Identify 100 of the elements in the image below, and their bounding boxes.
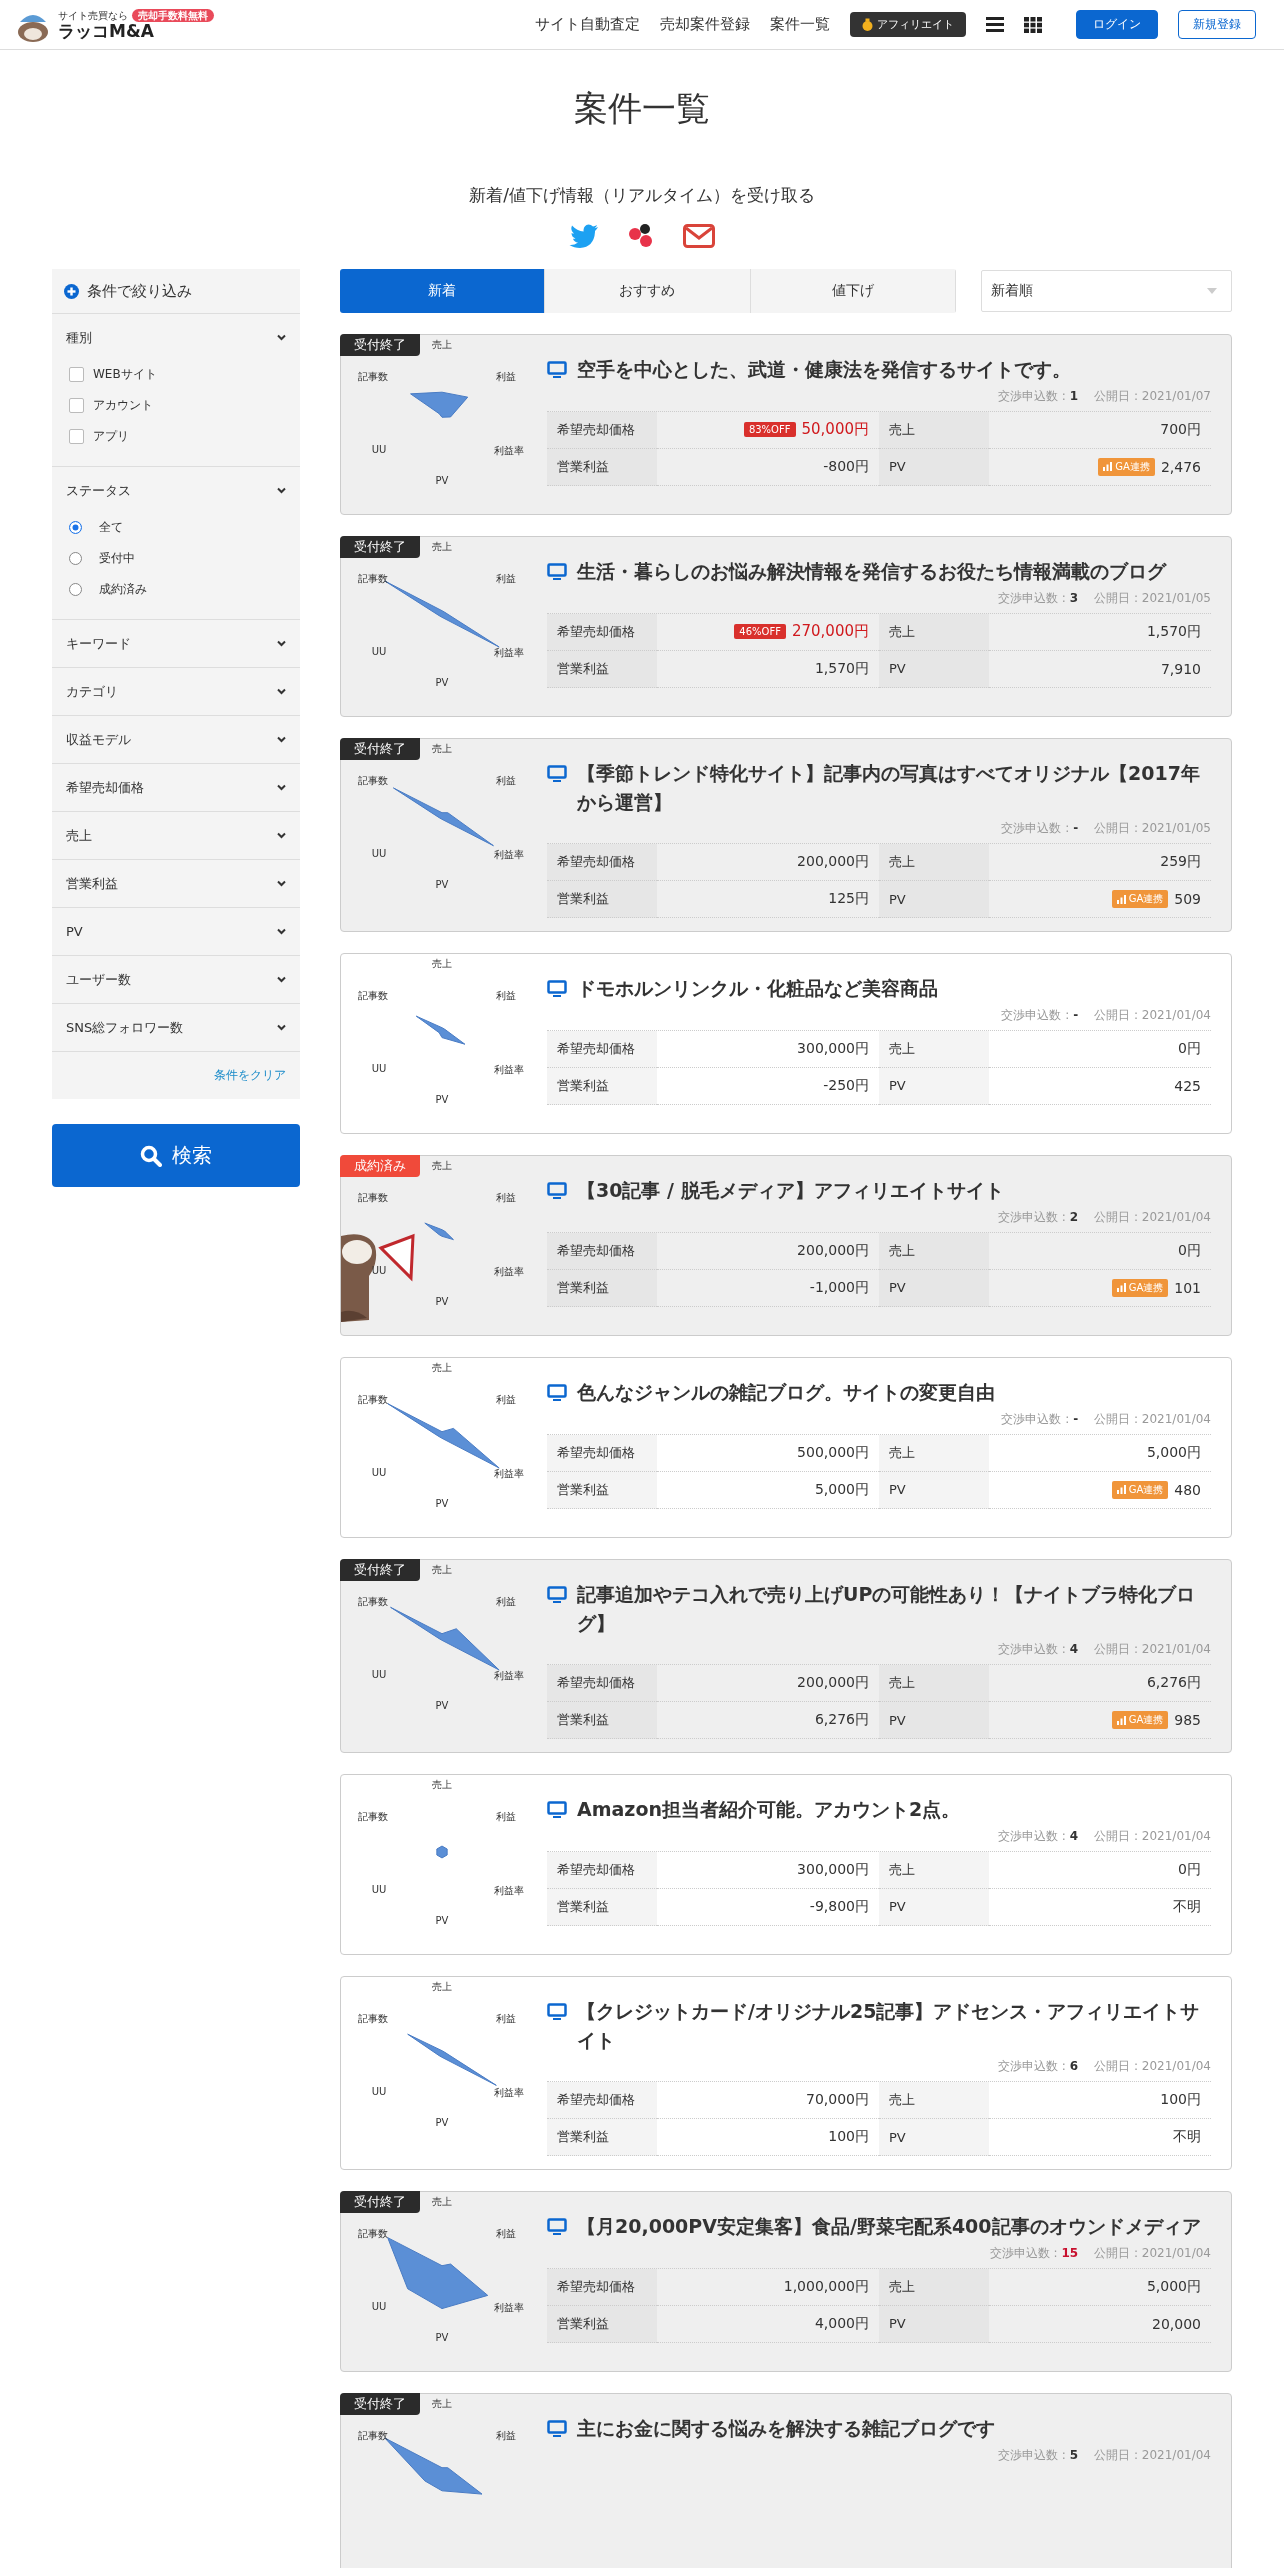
listing-title[interactable]: ドモホルンリンクル・化粧品など美容商品 <box>577 974 938 1003</box>
listing-title[interactable]: 【月20,000PV安定集客】食品/野菜宅配系400記事のオウンドメディア <box>577 2212 1201 2241</box>
listing-title[interactable]: 主にお金に関する悩みを解決する雑記ブログです <box>577 2414 995 2443</box>
metric-value: 500,000円 <box>797 1443 869 1462</box>
listing-title[interactable]: 【30記事 / 脱毛メディア】アフィリエイトサイト <box>577 1176 1004 1205</box>
filter-section-header[interactable]: カテゴリ <box>52 668 300 715</box>
listing-card[interactable]: 売上 記事数 利益 UU 利益率 PV 色んなジャンルの雑記ブログ。サイトの変更自由 交渉申込数 : - 公開日 : 2021/01/04 希望売却価格 500,000円 売上 5,000円 営業利益 5,000円 PV GA連携 480 <box>340 1357 1232 1538</box>
nav-link[interactable]: 案件一覧 <box>770 15 830 34</box>
filter-section-header[interactable]: ステータス <box>52 467 300 514</box>
monitor-icon <box>547 1384 567 1402</box>
metric-value: 70,000円 <box>806 2091 869 2109</box>
metric-label: 希望売却価格 <box>547 1030 657 1068</box>
chevron-down-icon <box>277 688 286 695</box>
free-fee-badge: 売却手数料無料 <box>132 8 214 22</box>
listing-title[interactable]: Amazon担当者紹介可能。アカウント2点。 <box>577 1795 961 1824</box>
checkbox[interactable] <box>69 367 84 382</box>
listing-card[interactable]: 受付終了 売上 記事数 利益 UU 利益率 PV 【月20,000PV安定集客】食品/野菜宅配系400記事のオウンドメディア 交渉申込数 : 15 公開日 : 2021/01/04 希望売却価格 1,000,000円 売上 5,000円 営業利益 4,000円 PV 20,000 <box>340 2191 1232 2372</box>
filter-section-header[interactable]: 売上 <box>52 812 300 859</box>
metric-label: 売上 <box>879 1232 989 1270</box>
listing-card[interactable]: 受付終了 売上 記事数 利益 UU 利益率 PV 【季節トレンド特化サイト】記事内の写真はすべてオリジナル【2017年から運営】 交渉申込数 : - 公開日 : 2021/01/05 希望売却価格 200,000円 売上 259円 営業利益 125円 PV GA連携 509 <box>340 738 1232 932</box>
filter-section-header[interactable]: キーワード <box>52 620 300 667</box>
listing-card[interactable]: 受付終了 売上 記事数 利益 主にお金に関する悩みを解決する雑記ブログです 交渉申込数 : 5 公開日 : 2021/01/04 <box>340 2393 1232 2568</box>
metric-value: 985 <box>1174 1712 1201 1728</box>
offer-count: 3 <box>1069 590 1079 605</box>
listing-card[interactable]: 売上 記事数 利益 UU 利益率 PV ドモホルンリンクル・化粧品など美容商品 交渉申込数 : - 公開日 : 2021/01/04 希望売却価格 300,000円 売上 0円 営業利益 -250円 PV 425 <box>340 953 1232 1134</box>
metric-label: 売上 <box>879 1434 989 1472</box>
publish-date: 公開日 : 2021/01/04 <box>1094 1827 1211 1845</box>
axis-label: 売上 <box>432 540 452 554</box>
metric-label: 売上 <box>879 844 989 881</box>
sort-select[interactable]: 新着順 <box>981 270 1232 312</box>
metric-label: 希望売却価格 <box>547 411 657 449</box>
register-button[interactable]: 新規登録 <box>1178 10 1256 39</box>
clear-link[interactable]: 条件をクリア <box>214 1067 286 1084</box>
ga-tag: GA連携 <box>1111 1480 1169 1499</box>
publish-date: 公開日 : 2021/01/05 <box>1094 820 1211 837</box>
metric-label: 希望売却価格 <box>547 2268 657 2306</box>
offer-count: 15 <box>1061 2245 1079 2260</box>
listing-title[interactable]: 色んなジャンルの雑記ブログ。サイトの変更自由 <box>577 1378 995 1407</box>
metric-value: 6,276円 <box>1146 1674 1201 1692</box>
logo-name[interactable]: ラッコM&A <box>58 21 214 41</box>
metric-value: -250円 <box>823 1076 869 1095</box>
listing-card[interactable]: 売上 記事数 利益 UU 利益率 PV 【クレジットカード/オリジナル25記事】アドセンス・アフィリエイトサイト 交渉申込数 : 6 公開日 : 2021/01/04 希望売却価格 70,000円 売上 100円 営業利益 100円 PV 不明 <box>340 1976 1232 2170</box>
filter-section-header[interactable]: 営業利益 <box>52 860 300 907</box>
listing-title[interactable]: 【季節トレンド特化サイト】記事内の写真はすべてオリジナル【2017年から運営】 <box>577 759 1211 816</box>
listing-card[interactable]: 受付終了 売上 記事数 利益 UU 利益率 PV 空手を中心とした、武道・健康法を発信するサイトです。 交渉申込数 : 1 公開日 : 2021/01/07 希望売却価格 83%OFF 50,000円 売上 700円 営業利益 -800円 PV GA連携 2,476 <box>340 334 1232 515</box>
metric-value: 101 <box>1174 1279 1201 1296</box>
offer-count-label: 交渉申込数 : <box>997 1642 1066 1656</box>
listing-title[interactable]: 【クレジットカード/オリジナル25記事】アドセンス・アフィリエイトサイト <box>577 1997 1211 2054</box>
filter-section-title: 収益モデル <box>66 730 131 749</box>
axis-label: UU <box>371 1063 387 1074</box>
listing-card[interactable]: 売上 記事数 利益 UU 利益率 PV Amazon担当者紹介可能。アカウント2点。 交渉申込数 : 4 公開日 : 2021/01/04 希望売却価格 300,000円 売上 0円 営業利益 -9,800円 PV 不明 <box>340 1774 1232 1955</box>
filter-section-header[interactable]: PV <box>52 908 300 955</box>
metric-label: 営業利益 <box>547 1269 657 1307</box>
nav-link[interactable]: サイト自動査定 <box>535 15 640 34</box>
axis-label: 記事数 <box>358 1191 388 1205</box>
bird-icon[interactable] <box>569 223 599 249</box>
chevron-down-icon <box>277 784 286 791</box>
listing-card[interactable]: 受付終了 売上 記事数 利益 UU 利益率 PV 記事追加やテコ入れで売り上げUPの可能性あり！【ナイトブラ特化ブログ】 交渉申込数 : 4 公開日 : 2021/01/04 希望売却価格 200,000円 売上 6,276円 営業利益 6,276円 PV GA連携 985 <box>340 1559 1232 1753</box>
login-button[interactable]: ログイン <box>1076 10 1158 39</box>
metric-value: 不明 <box>1173 1897 1201 1916</box>
radio-button[interactable] <box>69 583 82 596</box>
filter-section-header[interactable]: 収益モデル <box>52 716 300 763</box>
affiliate-button[interactable]: アフィリエイト <box>850 12 966 37</box>
axis-label: UU <box>371 646 387 657</box>
metric-value: 125円 <box>828 890 869 908</box>
metric-label: 営業利益 <box>547 1067 657 1105</box>
dots-icon[interactable] <box>627 223 655 249</box>
listing-title[interactable]: 空手を中心とした、武道・健康法を発信するサイトです。 <box>577 355 1071 384</box>
search-button[interactable]: 検索 <box>52 1124 300 1187</box>
axis-label: PV <box>435 1296 449 1307</box>
filter-section-header[interactable]: 希望売却価格 <box>52 764 300 811</box>
checkbox[interactable] <box>69 398 84 413</box>
axis-label: 売上 <box>432 1980 452 1994</box>
radar-shape <box>415 1015 466 1045</box>
axis-label: 記事数 <box>358 2227 388 2241</box>
listing-card[interactable]: 受付終了 売上 記事数 利益 UU 利益率 PV 生活・暮らしのお悩み解決情報を発信するお役たち情報満載のブログ 交渉申込数 : 3 公開日 : 2021/01/05 希望売却価格 46%OFF 270,000円 売上 1,570円 営業利益 1,570円 PV 7,910 <box>340 536 1232 717</box>
bar-chart-icon <box>1116 1485 1126 1494</box>
filter-section-header[interactable]: 種別 <box>52 314 300 361</box>
listing-title[interactable]: 記事追加やテコ入れで売り上げUPの可能性あり！【ナイトブラ特化ブログ】 <box>577 1580 1211 1637</box>
nav-link[interactable]: 売却案件登録 <box>660 15 750 34</box>
axis-label: 利益 <box>496 1595 516 1609</box>
offer-count: 5 <box>1069 2447 1079 2462</box>
metric-label: 営業利益 <box>547 448 657 486</box>
offer-count: - <box>1073 1411 1079 1426</box>
offer-count: - <box>1073 821 1079 835</box>
filter-section-header[interactable]: SNS総フォロワー数 <box>52 1004 300 1051</box>
axis-label: 売上 <box>432 957 452 971</box>
checkbox[interactable] <box>69 429 84 444</box>
listing-title[interactable]: 生活・暮らしのお悩み解決情報を発信するお役たち情報満載のブログ <box>577 557 1166 586</box>
axis-label: 利益率 <box>494 1467 524 1481</box>
grid-icon[interactable] <box>1024 16 1042 33</box>
radio-button[interactable] <box>69 521 82 534</box>
tab[interactable]: 新着 <box>340 269 546 313</box>
mail-icon[interactable] <box>683 224 715 248</box>
filter-section-header[interactable]: ユーザー数 <box>52 956 300 1003</box>
radio-button[interactable] <box>69 552 82 565</box>
menu-icon[interactable] <box>986 17 1004 32</box>
chevron-down-icon <box>277 976 286 983</box>
listing-card[interactable]: 成約済み 売上 記事数 利益 UU 利益率 PV 【30記事 / 脱毛メディア】アフィリエイトサイト 交渉申込数 : 2 公開日 : 2021/01/04 希望売却価格 200,000円 売上 0円 営業利益 -1,000円 PV GA連携 101 <box>340 1155 1232 1336</box>
axis-label: 利益 <box>496 1810 516 1824</box>
